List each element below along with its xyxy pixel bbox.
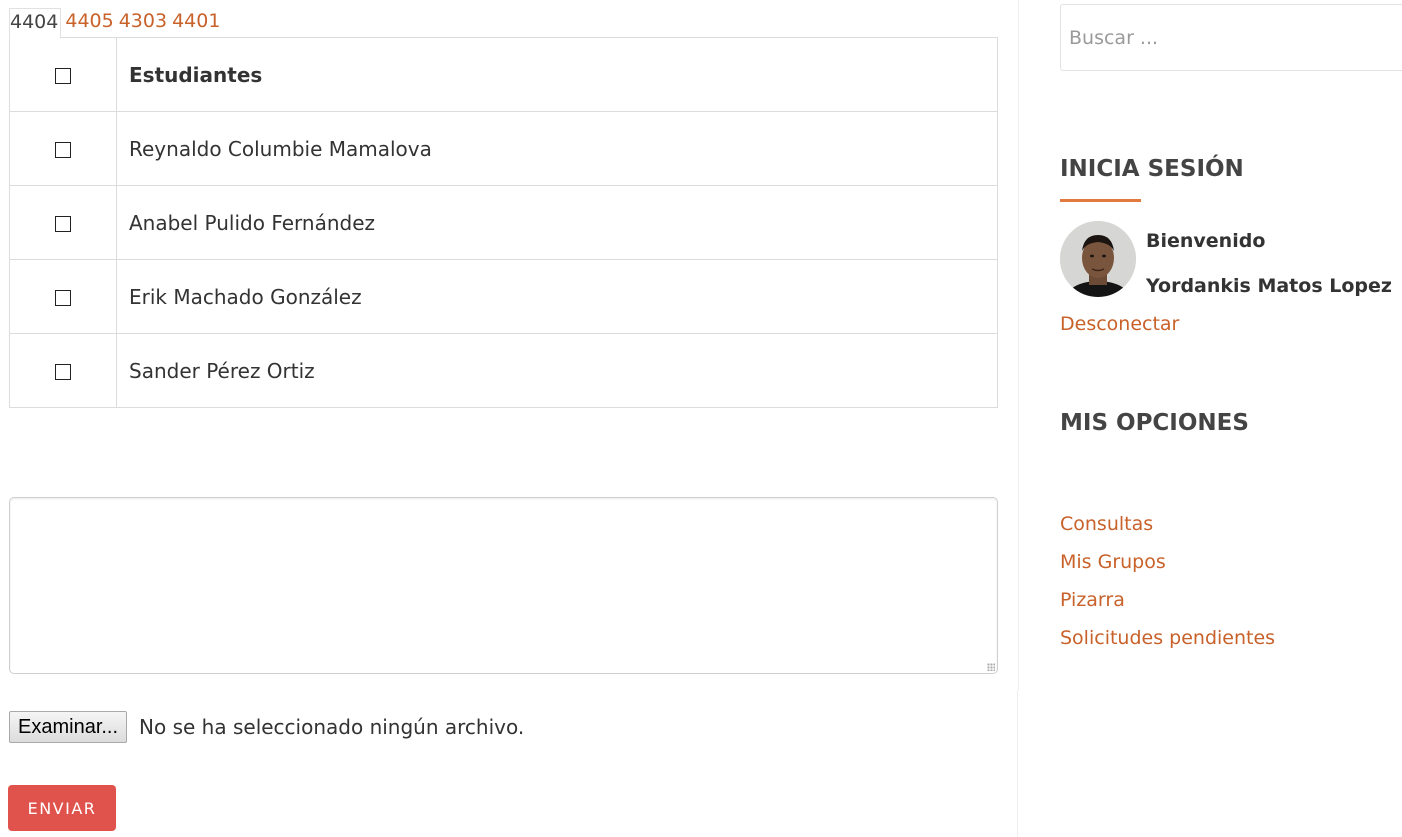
group-tabs: 4404 4405 4303 4401	[9, 8, 225, 39]
logout-link[interactable]: Desconectar	[1060, 313, 1179, 335]
options-list: Consultas Mis Grupos Pizarra Solicitudes…	[1060, 511, 1275, 663]
search-input[interactable]	[1060, 4, 1402, 71]
table-row: Anabel Pulido Fernández	[9, 185, 998, 260]
row-checkbox[interactable]	[55, 364, 71, 380]
row-checkbox[interactable]	[55, 142, 71, 158]
tab-4404[interactable]: 4404	[9, 8, 62, 39]
tab-4401[interactable]: 4401	[172, 8, 220, 35]
title-underline	[1060, 199, 1141, 202]
send-button[interactable]: ENVIAR	[8, 785, 116, 831]
option-consultas-link[interactable]: Consultas	[1060, 513, 1153, 535]
list-item: Consultas	[1060, 511, 1275, 549]
file-status-text: No se ha seleccionado ningún archivo.	[139, 715, 525, 739]
file-upload: Examinar... No se ha seleccionado ningún…	[9, 710, 524, 744]
main-content: 4404 4405 4303 4401 Estudiantes Reynaldo Co…	[0, 0, 1018, 837]
options-widget-title: MIS OPCIONES	[1060, 410, 1249, 436]
table-row: Reynaldo Columbie Mamalova	[9, 111, 998, 186]
avatar	[1060, 221, 1136, 297]
message-textarea[interactable]	[9, 497, 998, 674]
student-name: Erik Machado González	[116, 259, 998, 334]
option-mis-grupos-link[interactable]: Mis Grupos	[1060, 551, 1166, 573]
select-all-checkbox[interactable]	[55, 68, 71, 84]
column-divider	[1018, 0, 1019, 690]
user-avatar-icon	[1060, 221, 1136, 297]
table-header-row: Estudiantes	[9, 37, 998, 112]
tab-4303[interactable]: 4303	[119, 8, 167, 35]
list-item: Pizarra	[1060, 587, 1275, 625]
table-row: Erik Machado González	[9, 259, 998, 334]
table-row: Sander Pérez Ortiz	[9, 333, 998, 408]
column-header-students: Estudiantes	[116, 37, 998, 112]
student-name: Sander Pérez Ortiz	[116, 333, 998, 408]
list-item: Solicitudes pendientes	[1060, 625, 1275, 663]
option-solicitudes-link[interactable]: Solicitudes pendientes	[1060, 627, 1275, 649]
username-text: Yordankis Matos Lopez	[1146, 275, 1392, 297]
option-pizarra-link[interactable]: Pizarra	[1060, 589, 1125, 611]
welcome-text: Bienvenido	[1146, 230, 1266, 252]
list-item: Mis Grupos	[1060, 549, 1275, 587]
sidebar: INICIA SESIÓN Bienvenido Yordankis Matos…	[1060, 0, 1402, 837]
student-name: Anabel Pulido Fernández	[116, 185, 998, 260]
row-checkbox[interactable]	[55, 216, 71, 232]
login-widget-title: INICIA SESIÓN	[1060, 156, 1244, 182]
student-name: Reynaldo Columbie Mamalova	[116, 111, 998, 186]
students-table: Estudiantes Reynaldo Columbie Mamalova A…	[9, 37, 998, 408]
row-checkbox[interactable]	[55, 290, 71, 306]
tab-4405[interactable]: 4405	[65, 8, 113, 35]
browse-file-button[interactable]: Examinar...	[9, 711, 128, 743]
column-divider-lower	[1017, 690, 1018, 837]
